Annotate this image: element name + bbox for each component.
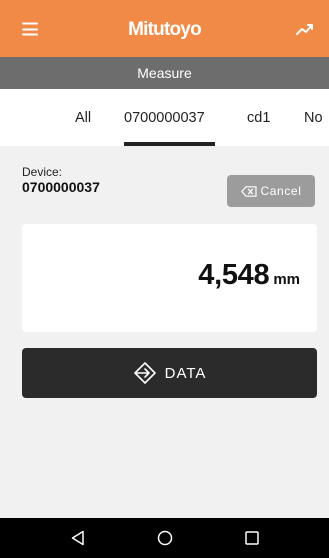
recents-square-icon[interactable] [243,529,261,547]
tab-0700000037[interactable]: 0700000037 [124,89,205,146]
measurement-readout: 4,548 mm [198,259,300,292]
system-nav-bar [0,518,329,558]
hamburger-menu-icon[interactable] [22,22,38,36]
data-button[interactable]: DATA [22,348,317,398]
tab-no[interactable]: No [304,89,323,146]
measurement-card: 4,548 mm [22,224,317,332]
app-bar: Mitutoyo [0,0,329,57]
trend-chart-icon[interactable] [295,21,315,37]
back-triangle-icon[interactable] [69,529,87,547]
data-button-label: DATA [164,364,207,382]
selected-tab-indicator [124,142,215,146]
cancel-button-label: Cancel [260,184,302,198]
tab-cd1[interactable]: cd1 [247,89,270,146]
tab-all[interactable]: All [75,89,91,146]
device-caption: Device: [22,165,63,179]
home-circle-icon[interactable] [156,529,174,547]
brand-logo: Mitutoyo [128,18,202,40]
cancel-button[interactable]: Cancel [227,175,315,207]
screen-title-bar: Measure [0,57,329,89]
measurement-value: 4,548 [198,259,270,291]
arrow-into-icon [133,362,156,384]
app-screen: Mitutoyo Measure All 0700000037 cd1 No D… [0,0,329,558]
backspace-icon [240,185,257,197]
device-tabs: All 0700000037 cd1 No [0,89,329,146]
device-id: 0700000037 [22,179,100,195]
measurement-unit: mm [273,271,300,288]
screen-title: Measure [137,65,192,81]
